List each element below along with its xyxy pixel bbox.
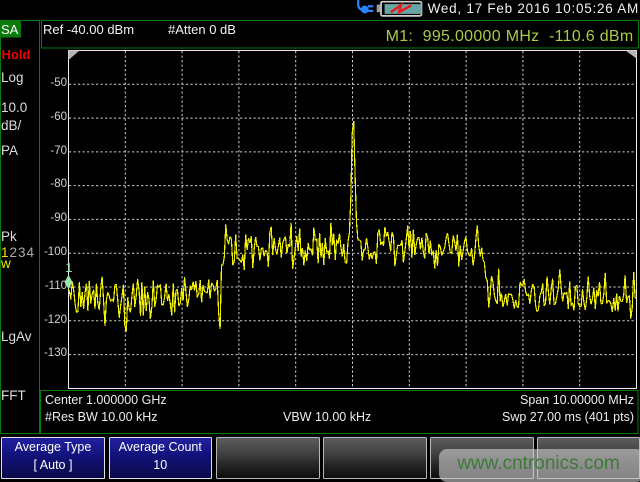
svg-text:1: 1: [65, 260, 72, 275]
